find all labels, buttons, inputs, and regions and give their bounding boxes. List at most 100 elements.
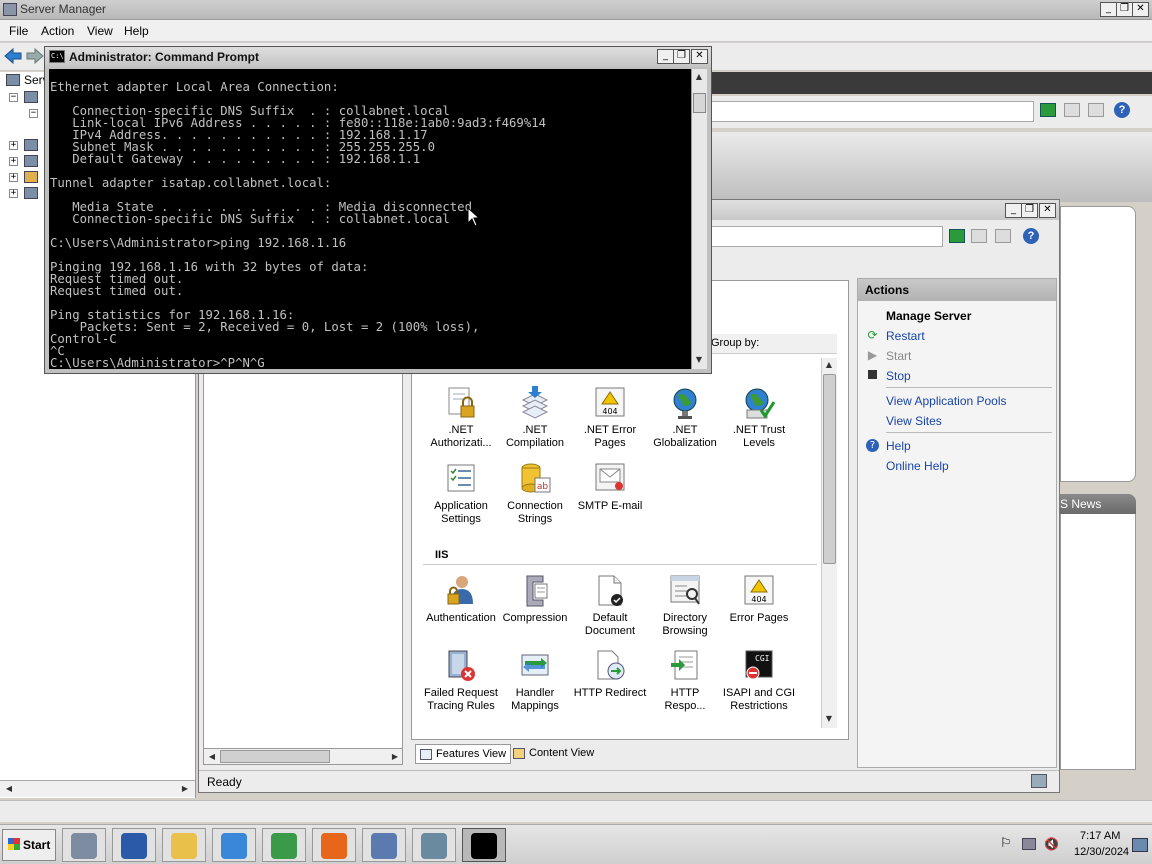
cmd-vscroll-thumb[interactable] — [693, 93, 706, 113]
tree-expander[interactable]: + — [9, 141, 18, 150]
console-output[interactable]: Ethernet adapter Local Area Connection: … — [49, 69, 691, 369]
action-help[interactable]: Help — [886, 439, 911, 453]
cmd-titlebar[interactable]: C:\ Administrator: Command Prompt _ ❐ ✕ — [45, 47, 711, 67]
menu-file[interactable]: File — [9, 24, 28, 38]
feature-default-document[interactable]: Default Document — [572, 574, 648, 638]
show-desktop-icon[interactable] — [1132, 838, 1148, 852]
taskbar-button[interactable] — [462, 828, 506, 862]
scroll-right-icon[interactable]: ▶ — [388, 750, 402, 764]
scroll-down-icon[interactable]: ▼ — [692, 353, 706, 367]
iis-refresh-icon[interactable] — [949, 229, 965, 243]
feature-net-error-pages[interactable]: 404 .NET Error Pages — [572, 386, 648, 450]
action-restart[interactable]: Restart — [886, 329, 925, 343]
feature-application-settings[interactable]: Application Settings — [423, 462, 499, 526]
action-online-help[interactable]: Online Help — [886, 459, 949, 473]
feature-net-globalization[interactable]: .NET Globalization — [647, 386, 723, 450]
feature-connection-strings[interactable]: ab Connection Strings — [497, 462, 573, 526]
iis-help-icon[interactable]: ? — [1023, 228, 1039, 244]
features-vscrollbar[interactable]: ▲ ▼ — [821, 358, 837, 728]
action-stop[interactable]: Stop — [886, 369, 911, 383]
feature-net-trust-levels[interactable]: .NET Trust Levels — [721, 386, 797, 450]
tab-content-view[interactable]: Content View — [509, 744, 598, 764]
feature-authentication[interactable]: Authentication — [423, 574, 499, 625]
stop-icon[interactable] — [1064, 103, 1080, 117]
action-view-application-pools[interactable]: View Application Pools — [886, 394, 1007, 408]
feature-directory-browsing[interactable]: Directory Browsing — [647, 574, 723, 638]
cmd-minimize-button[interactable]: _ — [657, 49, 674, 64]
iis-address-bar[interactable] — [711, 226, 943, 247]
forward-arrow-icon[interactable] — [26, 47, 44, 65]
mouse-cursor-icon — [467, 206, 481, 227]
volume-muted-icon[interactable]: 🔇 — [1044, 837, 1059, 851]
menu-view[interactable]: View — [87, 24, 113, 38]
taskbar-button[interactable] — [312, 828, 356, 862]
cmd-maximize-button[interactable]: ❐ — [673, 49, 690, 64]
cmd-app-icon[interactable]: C:\ — [49, 50, 65, 63]
close-button[interactable]: ✕ — [1132, 2, 1149, 17]
feature-label: HTTP — [670, 687, 700, 699]
taskbar-button[interactable] — [212, 828, 256, 862]
menu-help[interactable]: Help — [124, 24, 149, 38]
feature-http-response-headers[interactable]: HTTP Respo... — [647, 649, 723, 713]
cmd-close-button[interactable]: ✕ — [691, 49, 708, 64]
tab-features-view[interactable]: Features View — [415, 744, 512, 764]
feature-compression[interactable]: Compression — [497, 574, 573, 625]
action-start[interactable]: Start — [886, 349, 911, 363]
taskbar-button[interactable] — [362, 828, 406, 862]
help-icon[interactable]: ? — [1114, 102, 1130, 118]
feature-handler-mappings[interactable]: Handler Mappings — [497, 649, 573, 713]
taskbar-button[interactable] — [112, 828, 156, 862]
default-document-icon — [594, 574, 626, 608]
feature-isapi-cgi-restrictions[interactable]: CGI ISAPI and CGI Restrictions — [721, 649, 797, 713]
tree-expander[interactable]: + — [9, 189, 18, 198]
cmd-vscrollbar[interactable]: ▲ ▼ — [691, 69, 707, 369]
network-icon[interactable] — [1022, 838, 1036, 850]
scroll-up-icon[interactable]: ▲ — [822, 358, 836, 372]
feature-http-redirect[interactable]: HTTP Redirect — [572, 649, 648, 700]
taskbar-button[interactable] — [162, 828, 206, 862]
iis-home-icon[interactable] — [995, 229, 1011, 243]
hscroll-thumb[interactable] — [220, 750, 330, 763]
action-view-sites[interactable]: View Sites — [886, 414, 942, 428]
back-arrow-icon[interactable] — [4, 47, 22, 65]
groupby-label[interactable]: Group by: — [711, 337, 759, 349]
menu-action[interactable]: Action — [41, 24, 74, 38]
connections-hscrollbar[interactable]: ◀ ▶ — [203, 748, 403, 765]
tree-hscrollbar[interactable]: ◀ ▶ — [0, 780, 195, 797]
iis-close-button[interactable]: ✕ — [1039, 203, 1056, 218]
refresh-icon[interactable] — [1040, 103, 1056, 117]
feature-label: Authorizati... — [430, 437, 492, 449]
tree-expander[interactable]: − — [9, 93, 18, 102]
minimize-button[interactable]: _ — [1100, 2, 1117, 17]
iis-minimize-button[interactable]: _ — [1005, 203, 1022, 218]
iis-stop-icon[interactable] — [971, 229, 987, 243]
menu-bar: File Action View Help — [0, 20, 1152, 42]
scroll-down-icon[interactable]: ▼ — [822, 712, 836, 726]
taskbar-button[interactable] — [62, 828, 106, 862]
group-header-iis[interactable]: IIS — [435, 549, 448, 561]
clock-time[interactable]: 7:17 AM — [1080, 830, 1120, 842]
tree-expander[interactable]: − — [29, 109, 38, 118]
taskbar-button[interactable] — [262, 828, 306, 862]
feature-error-pages[interactable]: 404 Error Pages — [721, 574, 797, 625]
taskbar-button[interactable] — [412, 828, 456, 862]
tree-expander[interactable]: + — [9, 173, 18, 182]
iis-restore-button[interactable]: ❐ — [1021, 203, 1038, 218]
restore-button[interactable]: ❐ — [1116, 2, 1133, 17]
server-manager-titlebar[interactable]: Server Manager _ ❐ ✕ — [0, 0, 1152, 20]
start-button[interactable]: Start — [2, 829, 56, 861]
clock-date[interactable]: 12/30/2024 — [1074, 846, 1129, 858]
flag-icon[interactable]: ⚐ — [1000, 837, 1014, 851]
scroll-left-icon[interactable]: ◀ — [205, 750, 219, 764]
scroll-left-icon[interactable]: ◀ — [2, 782, 16, 796]
feature-net-compilation[interactable]: .NET Compilation — [497, 386, 573, 450]
vscroll-thumb[interactable] — [823, 374, 836, 564]
scroll-up-icon[interactable]: ▲ — [692, 70, 706, 84]
home-icon[interactable] — [1088, 103, 1104, 117]
tree-expander[interactable]: + — [9, 157, 18, 166]
feature-net-authorization[interactable]: .NET Authorizati... — [423, 386, 499, 450]
scroll-right-icon[interactable]: ▶ — [178, 782, 192, 796]
feature-failed-request-tracing[interactable]: Failed Request Tracing Rules — [423, 649, 499, 713]
server-manager-address-bar[interactable] — [706, 101, 1034, 122]
feature-smtp-email[interactable]: SMTP E-mail — [572, 462, 648, 513]
